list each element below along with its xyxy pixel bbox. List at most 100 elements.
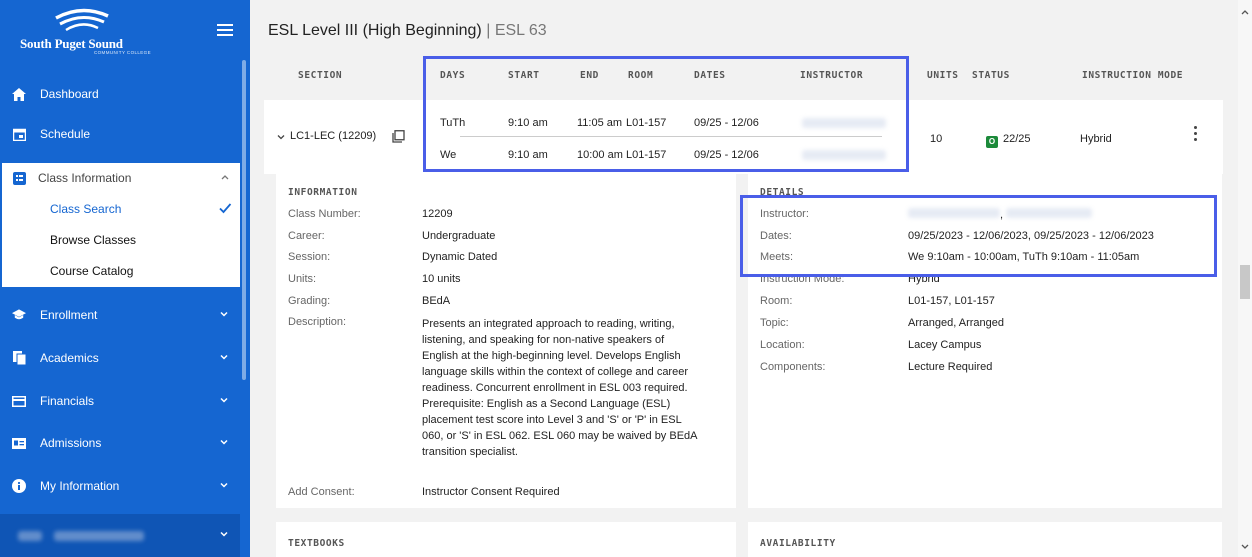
chevron-down-icon [220, 531, 228, 537]
main-scrollbar[interactable] [1238, 0, 1252, 557]
graduation-cap-icon [12, 308, 26, 322]
description-line: 060, or 'S' in ESL 062. ESL 060 may be w… [422, 430, 698, 442]
sidebar-subitem-browse-classes[interactable]: Browse Classes [2, 224, 240, 255]
value-grading: BEdA [422, 295, 451, 307]
college-logo[interactable]: South Puget Sound COMMUNITY COLLEGE [14, 6, 184, 55]
documents-icon [12, 351, 26, 365]
chevron-down-icon [220, 397, 228, 403]
open-status-icon: O [986, 135, 998, 148]
label-class-number: Class Number: [288, 208, 361, 220]
sidebar-scrollbar[interactable] [242, 60, 246, 380]
information-heading: INFORMATION [288, 187, 358, 198]
description-line: English at the high-beginning level. Dev… [422, 350, 681, 362]
class-info-icon [13, 171, 26, 185]
value-description: Presents an integrated approach to readi… [422, 316, 722, 460]
class-information-panel: Class Information Class Search Browse Cl… [2, 163, 240, 287]
chevron-up-icon [221, 175, 229, 180]
highlight-box-details [740, 195, 1217, 277]
id-card-icon [12, 436, 26, 450]
sidebar-item-academics[interactable]: Academics [0, 338, 240, 378]
sidebar-item-label: Enrollment [40, 308, 98, 322]
label-grading: Grading: [288, 295, 331, 307]
sidebar-item-enrollment[interactable]: Enrollment [0, 295, 240, 335]
textbooks-heading: TEXTBOOKS [288, 538, 345, 549]
credit-card-icon [12, 394, 26, 408]
avatar [18, 530, 42, 541]
value-session: Dynamic Dated [422, 251, 498, 263]
label-description: Description: [288, 316, 347, 328]
scroll-down-icon[interactable] [1240, 543, 1250, 551]
label-components: Components: [760, 361, 826, 373]
instruction-mode-value: Hybrid [1080, 133, 1112, 145]
description-line: transition specialist. [422, 446, 518, 458]
label-career: Career: [288, 230, 325, 242]
sidebar-item-label: Schedule [40, 127, 91, 141]
brand-subtitle: COMMUNITY COLLEGE [94, 50, 151, 55]
sidebar-item-label: Class Information [38, 171, 132, 185]
description-line: Presents an integrated approach to readi… [422, 318, 675, 330]
calendar-icon [12, 127, 26, 141]
sidebar-subitem-label: Browse Classes [50, 232, 137, 247]
sidebar-item-my-information[interactable]: My Information [0, 466, 240, 506]
sidebar-subitem-label: Class Search [50, 201, 122, 216]
page-title: ESL Level III (High Beginning) | ESL 63 [268, 22, 547, 40]
value-class-number: 12209 [422, 208, 453, 220]
user-menu[interactable] [0, 514, 240, 557]
sidebar-item-admissions[interactable]: Admissions [0, 423, 240, 463]
more-options-icon[interactable] [1194, 126, 1197, 144]
value-room: L01-157, L01-157 [908, 295, 995, 307]
user-name-redacted [54, 530, 144, 541]
scrollbar-thumb[interactable] [1240, 265, 1250, 299]
value-career: Undergraduate [422, 230, 496, 242]
value-components: Lecture Required [908, 361, 993, 373]
sidebar-item-financials[interactable]: Financials [0, 381, 240, 421]
description-line: readiness. Concurrent enrollment in ESL … [422, 382, 688, 394]
sidebar-subitem-course-catalog[interactable]: Course Catalog [2, 255, 240, 286]
copy-icon[interactable] [392, 130, 405, 143]
information-card: INFORMATION Class Number: Career: Sessio… [276, 174, 736, 508]
value-add-consent: Instructor Consent Required [422, 486, 560, 498]
main-content: ESL Level III (High Beginning) | ESL 63 … [250, 0, 1252, 557]
chevron-down-icon [220, 439, 228, 445]
sidebar-subitem-label: Course Catalog [50, 263, 134, 278]
sidebar-item-label: Academics [40, 351, 99, 365]
sidebar-item-label: Admissions [40, 436, 102, 450]
description-line: Prerequisite: English as a Second Langua… [422, 398, 671, 410]
value-location: Lacey Campus [908, 339, 982, 351]
header-section: SECTION [298, 70, 343, 81]
checkmark-icon [219, 203, 232, 214]
chevron-down-icon [220, 482, 228, 488]
value-topic: Arranged, Arranged [908, 317, 1005, 329]
label-units: Units: [288, 273, 317, 285]
chevron-down-icon [220, 354, 228, 360]
course-code: ESL 63 [494, 22, 547, 39]
description-line: language skills within the context of co… [422, 366, 688, 378]
textbooks-card: TEXTBOOKS [276, 522, 736, 557]
course-title: ESL Level III (High Beginning) [268, 22, 482, 39]
units-value: 10 [930, 133, 943, 145]
sidebar-item-label: My Information [40, 479, 120, 493]
header-units: UNITS [927, 70, 959, 81]
sidebar-item-schedule[interactable]: Schedule [0, 114, 240, 154]
hamburger-menu-icon[interactable] [217, 24, 233, 36]
section-id: LC1-LEC (12209) [290, 130, 377, 142]
sidebar-item-dashboard[interactable]: Dashboard [0, 74, 240, 114]
sidebar-item-label: Dashboard [40, 87, 99, 101]
title-divider: | [486, 22, 491, 39]
chevron-down-icon [220, 311, 228, 317]
label-session: Session: [288, 251, 331, 263]
scroll-up-icon[interactable] [1240, 8, 1250, 16]
header-status: STATUS [972, 70, 1010, 81]
info-icon [12, 479, 26, 493]
seats-count: 22/25 [1003, 133, 1031, 145]
description-line: placement test score into Level 3 and 'S… [422, 414, 682, 426]
label-add-consent: Add Consent: [288, 486, 355, 498]
sidebar-item-label: Financials [40, 394, 95, 408]
availability-heading: AVAILABILITY [760, 538, 836, 549]
home-icon [12, 87, 26, 101]
label-topic: Topic: [760, 317, 789, 329]
status-value: O 22/25 [986, 133, 1031, 148]
sidebar-subitem-class-search[interactable]: Class Search [2, 193, 240, 224]
chevron-down-icon[interactable] [275, 131, 287, 143]
sidebar-item-class-information[interactable]: Class Information [2, 163, 240, 193]
